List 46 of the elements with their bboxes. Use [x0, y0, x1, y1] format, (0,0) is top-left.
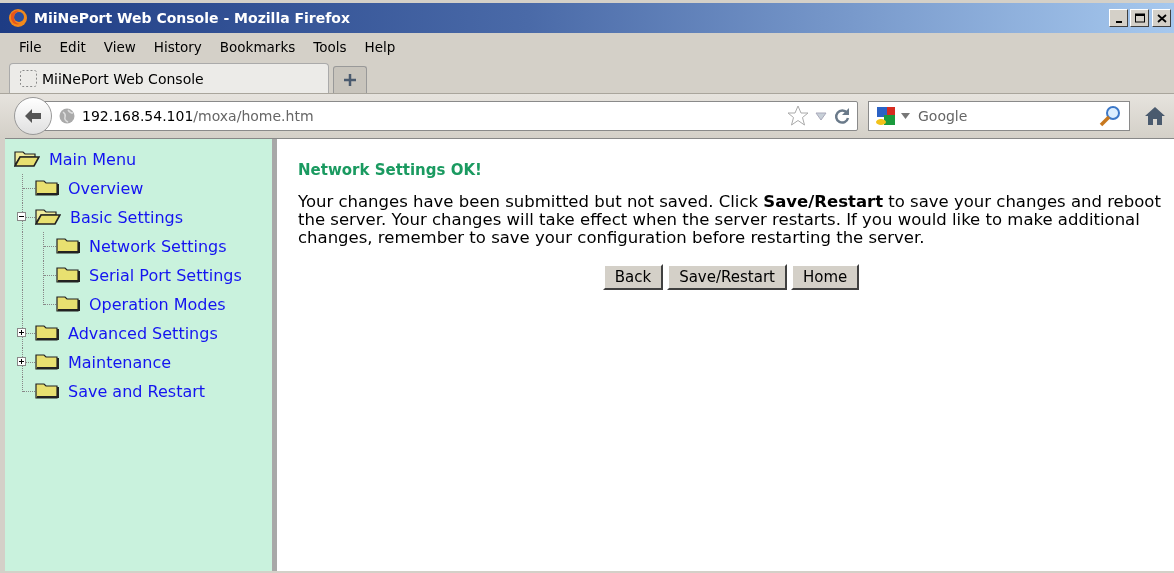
search-engine-icon[interactable] [875, 105, 897, 127]
browser-tab[interactable]: MiiNePort Web Console [9, 63, 329, 93]
minimize-icon [1115, 21, 1122, 23]
tree-item[interactable]: Operation Modes [89, 295, 226, 314]
menu-item[interactable]: Bookmarks [210, 39, 305, 55]
expand-icon[interactable] [17, 328, 26, 337]
menu-item[interactable]: Help [355, 39, 405, 55]
search-icon[interactable] [1099, 105, 1121, 127]
tree-item[interactable]: Maintenance [68, 353, 172, 372]
collapse-icon[interactable] [17, 212, 26, 221]
tree-item[interactable]: Basic Settings [70, 208, 184, 227]
menu-item[interactable]: View [94, 39, 145, 55]
tree-item[interactable]: Save and Restart [68, 382, 206, 401]
expand-icon[interactable] [17, 357, 26, 366]
tree-item[interactable]: Network Settings [89, 237, 227, 256]
back-arrow-icon [23, 107, 43, 125]
message-paragraph: Your changes have been submitted but not saved. Click Save/Restart to save your changes and reboot the server. Your changes will take effect when the server restarts. If you would like to make additional changes, remember to save your configuration before restarting the server. [298, 193, 1162, 247]
new-tab-button[interactable] [333, 66, 367, 93]
plus-icon [343, 73, 357, 87]
close-button[interactable] [1152, 9, 1171, 27]
globe-icon [59, 108, 75, 124]
status-heading: Network Settings OK! [298, 161, 483, 179]
menu-item[interactable]: History [144, 39, 211, 55]
menu-item[interactable]: File [10, 39, 51, 55]
tree-item[interactable]: Serial Port Settings [89, 266, 242, 285]
browser-logo-icon [8, 8, 28, 28]
window-title: MiiNePort Web Console - Mozilla Firefox [34, 10, 351, 26]
star-icon[interactable] [787, 105, 809, 127]
home-icon[interactable] [1144, 106, 1166, 126]
menu-item[interactable]: Edit [50, 39, 95, 55]
dropdown-icon[interactable] [901, 113, 910, 119]
tree-item[interactable]: Main Menu [49, 150, 137, 169]
menu-item[interactable]: Tools [304, 39, 356, 55]
minimize-button[interactable] [1109, 9, 1128, 27]
back-button[interactable] [14, 97, 52, 135]
search-box[interactable]: Google [868, 101, 1130, 131]
form-button[interactable]: Back [602, 264, 664, 290]
tree-item[interactable]: Advanced Settings [68, 324, 218, 343]
reload-icon[interactable] [833, 107, 851, 125]
maximize-button[interactable] [1130, 9, 1149, 27]
close-icon [1156, 13, 1167, 23]
form-button[interactable]: Save/Restart [667, 264, 787, 290]
tree-item[interactable]: Overview [68, 179, 144, 198]
form-button[interactable]: Home [790, 264, 860, 290]
blank-page-icon [20, 69, 38, 88]
maximize-icon [1134, 13, 1145, 23]
